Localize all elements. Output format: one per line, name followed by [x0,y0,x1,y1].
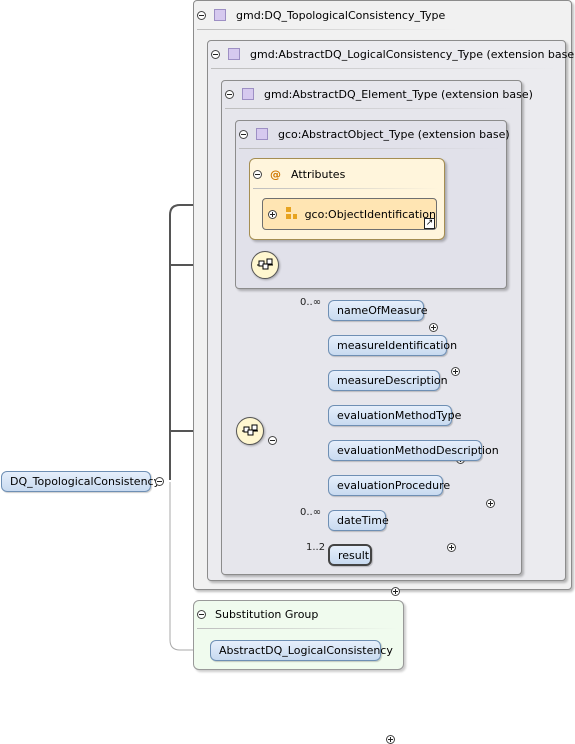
multiplicity-label: 0..∞ [300,297,322,308]
element-label: evaluationMethodDescription [337,444,499,457]
expand-toggle-measure-identification[interactable] [451,367,460,376]
complex-type-icon [228,48,240,60]
root-element-label: DQ_TopologicalConsistency [10,475,161,488]
complex-type-icon [214,9,226,21]
root-collapse-toggle[interactable] [155,477,164,486]
multiplicity-label: 1..2 [306,542,326,553]
expand-toggle-name-of-measure[interactable] [429,323,438,332]
element-name-of-measure[interactable]: nameOfMeasure [328,300,428,321]
sequence-icon[interactable] [251,251,279,279]
collapse-toggle-attributes[interactable] [253,169,262,179]
type-label-1: gmd:DQ_TopologicalConsistency_Type [236,8,446,22]
type-header-2: gmd:AbstractDQ_LogicalConsistency_Type (… [211,45,575,69]
expand-toggle-evaluation-procedure[interactable] [447,543,456,552]
attributes-title: Attributes [291,167,346,181]
element-label: dateTime [337,514,389,527]
expand-toggle-substitution-member[interactable] [386,735,395,744]
collapse-toggle-type-4[interactable] [239,129,248,139]
type-label-2: gmd:AbstractDQ_LogicalConsistency_Type (… [250,47,575,61]
element-evaluation-method-description[interactable]: evaluationMethodDescription [328,440,499,461]
element-label: nameOfMeasure [337,304,428,317]
substitution-group-title: Substitution Group [215,607,319,621]
collapse-toggle-type-2[interactable] [211,49,220,59]
element-result[interactable]: result [328,544,372,566]
multiplicity-label: 0..∞ [300,507,322,518]
expand-toggle-attribute[interactable] [268,209,277,219]
root-element[interactable]: DQ_TopologicalConsistency [1,471,160,492]
attributes-header: @ Attributes [253,165,439,189]
element-label: result [338,548,370,562]
collapse-toggle-substitution[interactable] [197,609,206,619]
sequence-collapse-toggle[interactable] [268,436,277,445]
substitution-group-header: Substitution Group [197,605,397,629]
element-label: evaluationProcedure [337,479,451,492]
complex-type-icon [242,88,254,100]
sequence-icon[interactable] [236,417,264,445]
substitution-member-element[interactable]: AbstractDQ_LogicalConsistency [210,640,393,661]
element-label: AbstractDQ_LogicalConsistency [219,644,393,657]
sequence-glyph-icon [242,424,258,436]
element-label: measureDescription [337,374,448,387]
element-label: measureIdentification [337,339,458,352]
element-measure-identification[interactable]: measureIdentification [328,335,457,356]
type-header-4: gco:AbstractObject_Type (extension base) [239,125,510,149]
sequence-glyph-icon [257,258,273,270]
element-evaluation-procedure[interactable]: evaluationProcedure [328,475,450,496]
expand-toggle-date-time[interactable] [391,587,400,596]
attribute-label: gco:ObjectIdentification [304,207,436,221]
type-header-1: gmd:DQ_TopologicalConsistency_Type [197,6,457,30]
type-label-4: gco:AbstractObject_Type (extension base) [278,127,510,141]
type-label-3: gmd:AbstractDQ_Element_Type (extension b… [264,87,533,101]
element-date-time[interactable]: dateTime [328,510,389,531]
element-measure-description[interactable]: measureDescription [328,370,448,391]
attribute-object-identification[interactable]: gco:ObjectIdentification [262,198,437,230]
element-evaluation-method-type[interactable]: evaluationMethodType [328,405,461,426]
attribute-group-icon [286,207,297,219]
attribute-at-icon: @ [270,167,281,181]
complex-type-icon [256,128,268,140]
type-header-3: gmd:AbstractDQ_Element_Type (extension b… [225,85,533,109]
expand-toggle-evaluation-method-description[interactable] [486,499,495,508]
element-label: evaluationMethodType [337,409,462,422]
collapse-toggle-type-3[interactable] [225,89,234,99]
external-link-icon[interactable]: ↗ [424,218,435,229]
collapse-toggle-type-1[interactable] [197,10,206,20]
